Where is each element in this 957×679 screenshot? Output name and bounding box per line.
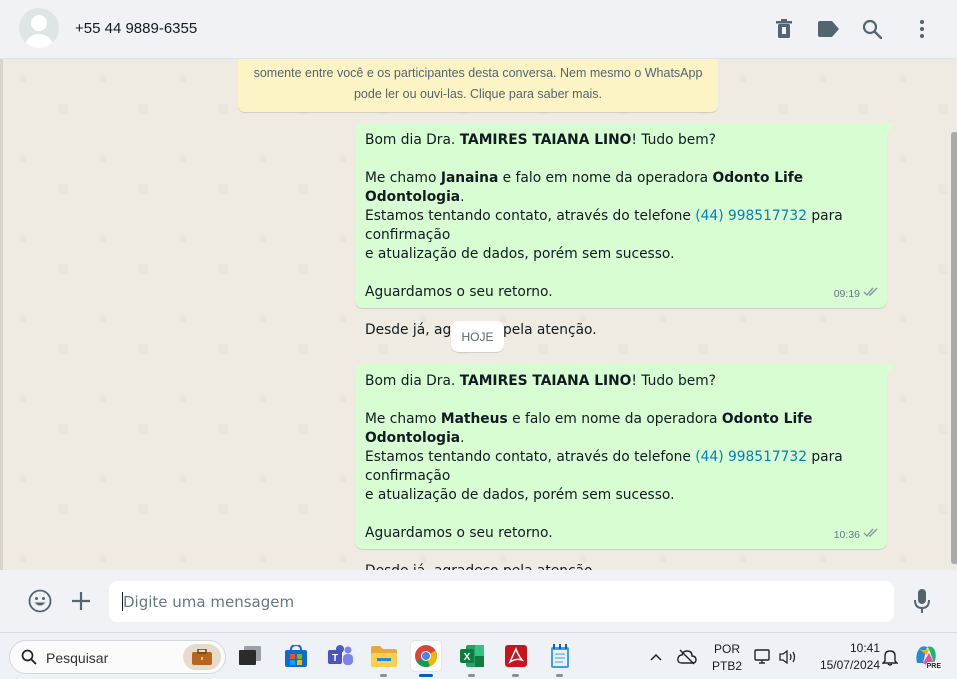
windows-taskbar: Pesquisar T X POR PTB2 10:41 15/07/2024 … [0, 632, 957, 679]
message-thanks: Desde já, agradeço pela atenção. [365, 562, 877, 570]
store-icon[interactable] [281, 641, 311, 671]
message-greeting: Bom dia Dra. TAMIRES TAIANA LINO! Tudo b… [365, 132, 717, 148]
message-contact-line2: e atualização de dados, porém sem sucess… [365, 246, 675, 262]
message-meta: 10:36 [834, 526, 879, 545]
acrobat-icon[interactable] [501, 641, 531, 677]
clock[interactable]: 10:41 15/07/2024 [808, 640, 880, 674]
clock-date: 15/07/2024 [819, 658, 880, 672]
composer [0, 570, 957, 632]
message-time: 09:19 [833, 288, 860, 300]
bubble-tail [886, 364, 895, 376]
phone-link[interactable]: (44) 998517732 [695, 208, 807, 224]
message-greeting: Bom dia Dra. TAMIRES TAIANA LINO! Tudo b… [365, 373, 717, 389]
notepad-icon[interactable] [545, 641, 575, 677]
message-intro: Me chamo Janaina e falo em nome da opera… [365, 170, 804, 205]
language-code: POR [713, 642, 740, 656]
running-indicator [380, 674, 387, 677]
message-contact: Estamos tentando contato, através do tel… [365, 449, 843, 484]
svg-text:T: T [332, 653, 338, 664]
running-indicator [468, 674, 475, 677]
running-indicator [419, 674, 433, 677]
notice-line-2: pode ler ou ouvi-las. Clique para saber … [353, 87, 603, 101]
message-intro: Me chamo Matheus e falo em nome da opera… [365, 411, 813, 446]
task-view-icon[interactable] [235, 641, 265, 671]
message-time: 10:36 [833, 529, 860, 541]
message-contact: Estamos tentando contato, através do tel… [365, 208, 843, 243]
message-waiting: Aguardamos o seu retorno. [365, 284, 553, 300]
avatar[interactable] [19, 8, 59, 48]
chrome-icon[interactable] [411, 641, 441, 677]
avatar-body [24, 34, 54, 48]
message-contact-line2: e atualização de dados, porém sem sucess… [365, 487, 675, 503]
text-caret [122, 592, 123, 611]
teams-icon[interactable]: T [326, 641, 356, 671]
microphone-icon[interactable] [908, 587, 936, 615]
message-waiting: Aguardamos o seu retorno. [365, 525, 553, 541]
briefcase-icon [183, 644, 221, 670]
search-icon [21, 649, 37, 670]
language-indicator[interactable]: POR PTB2 [708, 641, 746, 675]
chat-header: +55 44 9889-6355 [0, 0, 957, 59]
taskbar-search[interactable]: Pesquisar [9, 640, 226, 674]
message-list[interactable]: somente entre você e os participantes de… [0, 59, 957, 570]
taskbar-search-label: Pesquisar [46, 650, 109, 666]
file-explorer-icon[interactable] [369, 641, 399, 677]
encryption-notice[interactable]: somente entre você e os participantes de… [238, 59, 718, 112]
message-bubble[interactable]: Bom dia Dra. TAMIRES TAIANA LINO! Tudo b… [355, 364, 895, 570]
avatar-head [31, 15, 47, 31]
phone-link[interactable]: (44) 998517732 [695, 449, 807, 465]
search-icon[interactable] [860, 17, 884, 41]
menu-icon[interactable] [910, 17, 934, 41]
notice-line-1: somente entre você e os participantes de… [253, 66, 703, 80]
running-indicator [556, 674, 563, 677]
cloud-offline-icon[interactable] [676, 646, 698, 668]
clock-time: 10:41 [849, 641, 880, 655]
notification-bell-icon[interactable] [879, 646, 901, 668]
scrollbar[interactable] [951, 132, 957, 564]
chevron-up-icon[interactable] [645, 646, 667, 668]
message-meta: 09:19 [834, 285, 879, 304]
day-divider: HOJE [451, 321, 504, 352]
label-icon[interactable] [816, 17, 840, 41]
network-icon[interactable] [752, 646, 774, 668]
double-check-icon [863, 285, 879, 304]
message-input[interactable] [109, 581, 894, 622]
svg-text:X: X [464, 652, 471, 663]
excel-icon[interactable]: X [457, 641, 487, 677]
delete-icon[interactable] [772, 17, 796, 41]
copilot-icon[interactable]: PRE [912, 642, 942, 671]
keyboard-layout: PTB2 [711, 659, 742, 673]
emoji-icon[interactable] [26, 587, 54, 615]
bubble-tail [886, 123, 895, 135]
volume-icon[interactable] [777, 646, 799, 668]
message-bubble[interactable]: Bom dia Dra. TAMIRES TAIANA LINO! Tudo b… [355, 123, 895, 338]
message-thanks: Desde já, agradeço pela atenção. [365, 322, 597, 338]
attach-plus-icon[interactable] [67, 587, 95, 615]
contact-name[interactable]: +55 44 9889-6355 [75, 20, 197, 37]
double-check-icon [863, 526, 879, 545]
running-indicator [512, 674, 519, 677]
copilot-badge: PRE [925, 662, 942, 671]
